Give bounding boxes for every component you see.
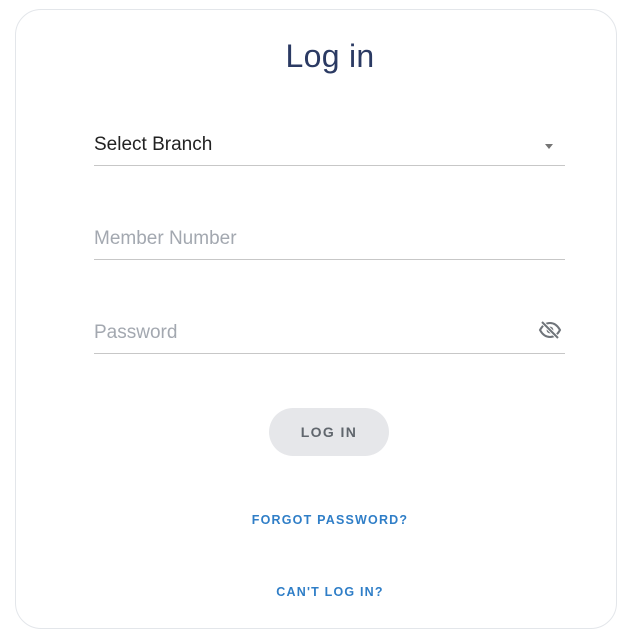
page-title: Log in xyxy=(285,38,375,74)
password-field[interactable]: Password xyxy=(94,314,565,354)
forgot-password-link[interactable]: FORGOT PASSWORD? xyxy=(0,513,621,527)
member-number-field[interactable]: Member Number xyxy=(94,222,565,260)
branch-select-value: Select Branch xyxy=(94,134,213,155)
log-in-button[interactable]: LOG IN xyxy=(269,408,389,456)
member-number-placeholder: Member Number xyxy=(94,228,237,249)
eye-off-icon[interactable] xyxy=(538,320,562,340)
cant-log-in-link[interactable]: CAN'T LOG IN? xyxy=(0,585,621,599)
caret-down-icon xyxy=(545,144,553,149)
branch-select[interactable]: Select Branch xyxy=(94,128,565,166)
password-placeholder: Password xyxy=(94,322,178,343)
